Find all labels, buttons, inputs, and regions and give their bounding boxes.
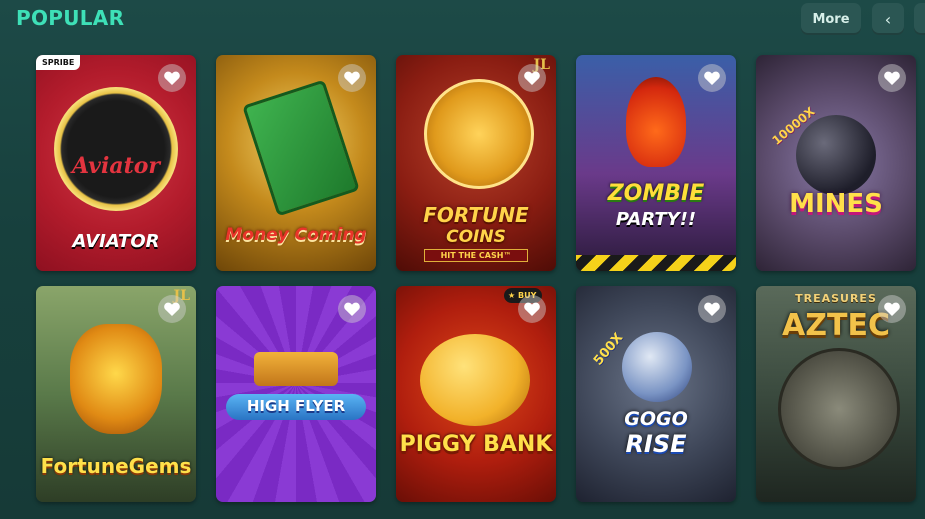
game-title: FortuneGems	[40, 454, 192, 478]
gold-coin-art	[424, 79, 534, 189]
next-page-button[interactable]	[914, 3, 925, 35]
favorite-button[interactable]	[338, 295, 366, 323]
favorite-button[interactable]	[158, 64, 186, 92]
game-card-fortune-coins[interactable]: FORTUNE COINS HIT THE CASH™ JL	[396, 55, 556, 271]
game-card-aviator[interactable]: Aviator AVIATOR SPRIBE	[36, 55, 196, 271]
favorite-button[interactable]	[878, 64, 906, 92]
golden-mask-art	[70, 324, 162, 434]
game-title-line2: COINS	[446, 227, 506, 247]
heart-icon	[884, 302, 900, 316]
previous-page-button[interactable]: ‹	[872, 3, 904, 35]
heart-icon	[704, 71, 720, 85]
game-title: AVIATOR	[72, 231, 160, 252]
favorite-button[interactable]	[158, 295, 186, 323]
game-title: HIGH FLYER	[246, 397, 346, 415]
favorite-button[interactable]	[878, 295, 906, 323]
aviator-emblem	[54, 87, 178, 211]
favorite-button[interactable]	[698, 64, 726, 92]
section-title: POPULAR	[16, 6, 125, 30]
game-card-money-coming[interactable]: Money Coming	[216, 55, 376, 271]
game-title: GOGO	[624, 408, 688, 430]
heart-icon	[704, 302, 720, 316]
game-card-zombie-party[interactable]: ZOMBIE PARTY!!	[576, 55, 736, 271]
game-title: Money Coming	[225, 225, 367, 245]
favorite-button[interactable]	[518, 295, 546, 323]
chevron-left-icon: ‹	[884, 9, 892, 29]
biplane-art	[254, 352, 338, 386]
heart-icon	[164, 71, 180, 85]
golden-pig-art	[420, 334, 530, 426]
game-card-fortune-gems[interactable]: FortuneGems JL	[36, 286, 196, 502]
provider-badge: SPRIBE	[36, 55, 81, 70]
game-title: FORTUNE	[423, 203, 529, 227]
game-title-line2: PARTY!!	[615, 209, 697, 230]
favorite-button[interactable]	[518, 64, 546, 92]
game-card-mines[interactable]: 10000X MINES	[756, 55, 916, 271]
stone-calendar-art	[778, 348, 900, 470]
fire-zombie-art	[626, 77, 686, 167]
star-icon: ★	[508, 291, 516, 300]
game-card-high-flyer[interactable]: HIGH FLYER	[216, 286, 376, 502]
more-button[interactable]: More	[801, 3, 861, 35]
heart-icon	[164, 302, 180, 316]
game-card-gogo-rise[interactable]: 500X GOGO RISE	[576, 286, 736, 502]
game-title: MINES	[789, 189, 883, 219]
heart-icon	[524, 71, 540, 85]
game-tagline: HIT THE CASH™	[424, 249, 528, 262]
heart-icon	[884, 71, 900, 85]
game-title: PIGGY BANK	[399, 432, 553, 457]
game-title: ZOMBIE	[607, 181, 705, 206]
game-card-piggy-bank[interactable]: PIGGY BANK ★ BUY	[396, 286, 556, 502]
aviator-logo-text: Aviator	[72, 153, 160, 179]
heart-icon	[344, 302, 360, 316]
rocket-art	[622, 332, 692, 402]
bomb-art	[796, 115, 876, 195]
favorite-button[interactable]	[698, 295, 726, 323]
favorite-button[interactable]	[338, 64, 366, 92]
hazard-stripe	[576, 255, 736, 271]
game-title-line2: RISE	[625, 430, 687, 458]
heart-icon	[524, 302, 540, 316]
heart-icon	[344, 71, 360, 85]
game-card-aztec[interactable]: TREASURES AZTEC	[756, 286, 916, 502]
